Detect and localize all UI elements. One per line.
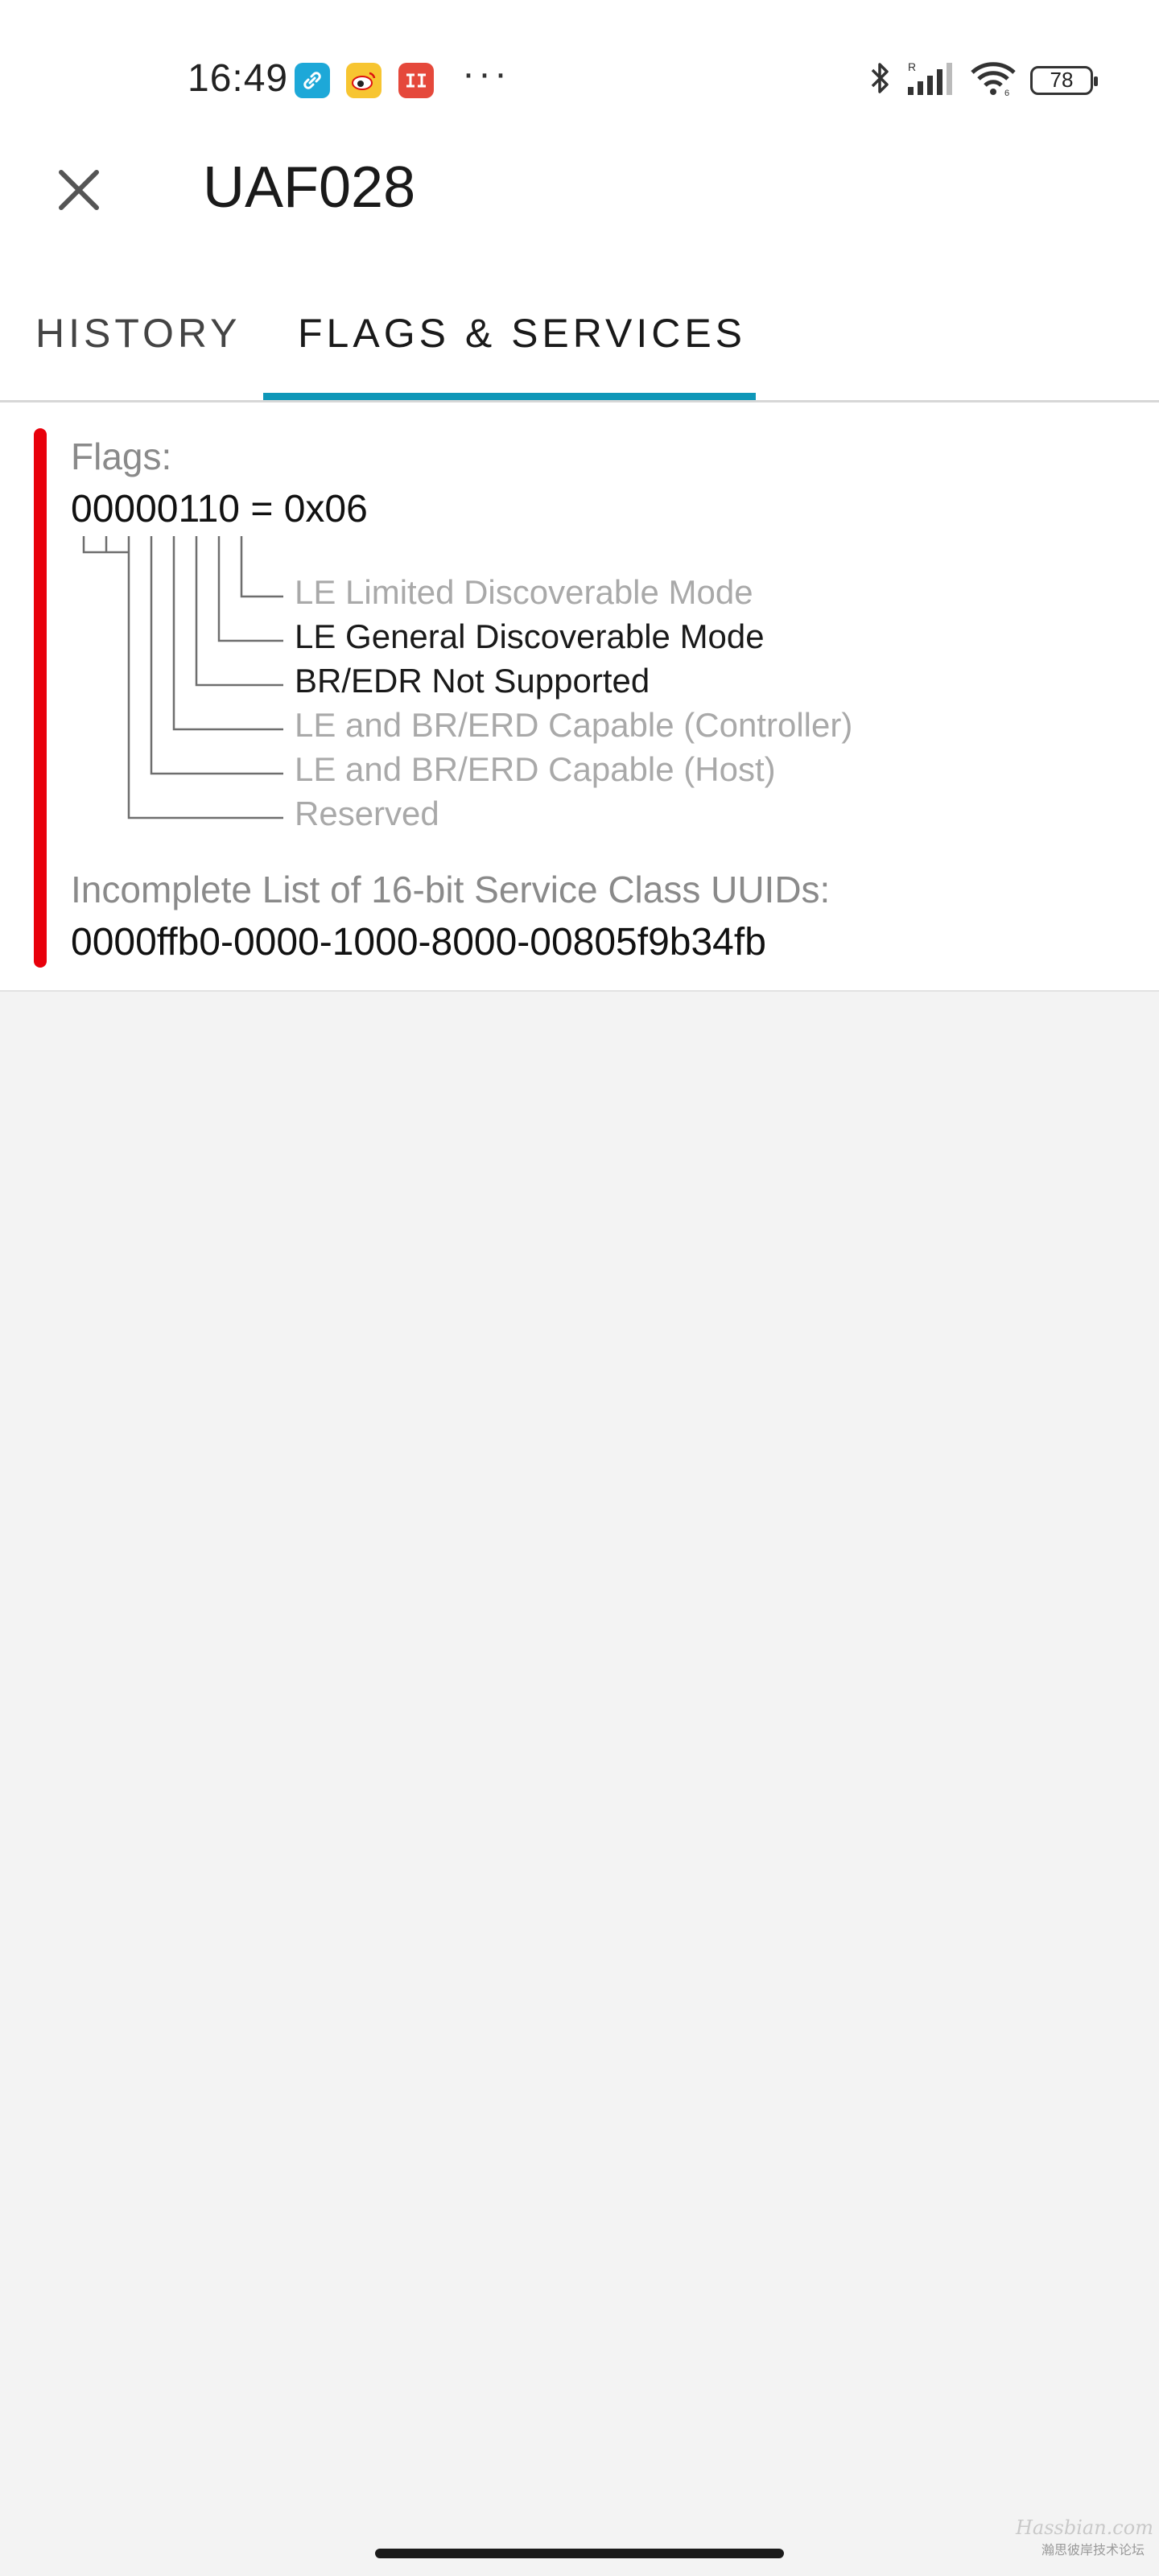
watermark-subtext: 瀚思彼岸技术论坛	[1041, 2544, 1145, 2557]
services-label: Incomplete List of 16-bit Service Class …	[71, 869, 831, 910]
flag-le-br-edr-controller: LE and BR/ERD Capable (Controller)	[295, 706, 853, 744]
flag-br-edr-not-supported: BR/EDR Not Supported	[295, 662, 650, 700]
flag-reserved: Reserved	[295, 795, 439, 832]
flag-le-br-edr-host: LE and BR/ERD Capable (Host)	[295, 750, 776, 788]
flag-le-limited-discoverable: LE Limited Discoverable Mode	[295, 573, 753, 611]
services-uuid-value: 0000ffb0-0000-1000-8000-00805f9b34fb	[71, 921, 766, 964]
watermark: Hassbian.com 瀚思彼岸技术论坛	[1016, 2516, 1153, 2558]
watermark-text: Hassbian.com	[1016, 2516, 1153, 2539]
home-indicator[interactable]	[375, 2549, 784, 2558]
flag-le-general-discoverable: LE General Discoverable Mode	[295, 617, 765, 655]
